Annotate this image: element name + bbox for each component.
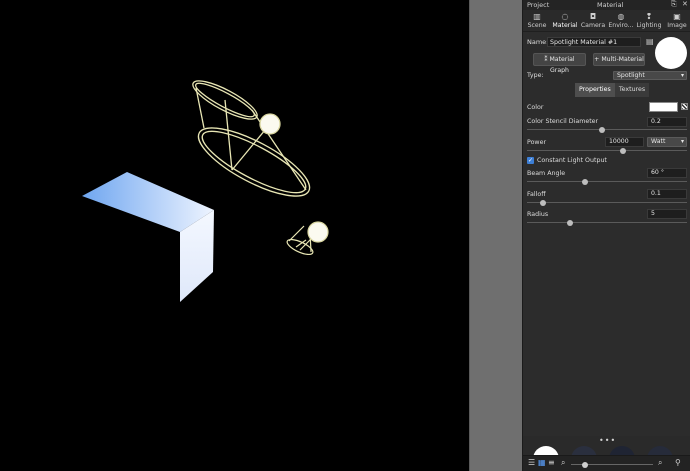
power-unit-value: Watt [651,138,666,145]
pin-icon[interactable]: ⎘ [671,0,677,9]
stencil-value[interactable]: 0.2 [647,117,687,127]
lit-corner-geometry[interactable] [82,172,214,302]
tab-label: Image [667,22,687,29]
power-label: Power [527,139,547,146]
power-unit-select[interactable]: Watt ▾ [647,137,687,147]
tab-environment[interactable]: ◍ Enviro... [607,10,635,31]
search-icon[interactable]: ⌕ [561,458,565,468]
radius-property: Radius 5 [527,209,687,226]
material-graph-button[interactable]: ⁑ Material Graph [533,53,586,74]
multi-material-button[interactable]: + Multi-Material [593,53,645,66]
tab-label: Lighting [636,22,662,29]
plus-icon: + [594,56,600,63]
power-property: Power 10000 Watt ▾ [527,137,687,154]
material-panel: Project Material ⎘ ✕ ▥ Scene ◌ Material … [522,0,690,471]
name-label: Name: [527,38,549,46]
power-slider[interactable] [527,147,687,154]
tab-scene[interactable]: ▥ Scene [523,10,551,31]
material-preview[interactable] [655,37,687,69]
filter-icon[interactable]: ⚲ [675,458,681,467]
color-label: Color [527,104,544,111]
stencil-label: Color Stencil Diameter [527,118,599,125]
subtab-properties[interactable]: Properties [575,83,615,97]
type-select[interactable]: Spotlight ▾ [613,71,687,80]
library-toolbar: ☰ ▦ ≡ ⌕ ⌕ ⚲ [523,455,690,471]
stencil-property: Color Stencil Diameter 0.2 [527,117,687,133]
project-label[interactable]: Project [527,1,549,9]
beam-angle-value[interactable]: 60 ° [647,168,687,178]
more-options-icon[interactable]: ••• [599,436,616,445]
close-icon[interactable]: ✕ [682,0,688,8]
type-row: Type: Spotlight ▾ [527,71,687,80]
thumbnail-size-handle[interactable] [581,461,588,468]
zoom-icon[interactable]: ⌕ [658,458,662,468]
button-label: Multi-Material [601,56,644,63]
falloff-slider[interactable] [527,199,687,206]
image-icon: ▣ [673,12,681,21]
constant-light-checkbox[interactable]: ✓ [527,157,534,164]
type-label: Type: [527,72,544,79]
beam-angle-slider[interactable] [527,178,687,185]
menu-icon[interactable]: ≡ [548,458,555,467]
tab-label: Scene [527,22,547,29]
spotlight-gizmo-large[interactable] [189,74,319,208]
save-icon[interactable]: ▤ [646,37,654,46]
power-value[interactable]: 10000 [605,137,644,147]
grid-view-icon[interactable]: ▦ [538,458,546,467]
falloff-property: Falloff 0.1 [527,189,687,206]
radius-slider[interactable] [527,219,687,226]
render-viewport[interactable] [0,0,469,471]
radius-slider-handle[interactable] [567,219,574,226]
color-picker-icon[interactable] [681,103,688,110]
tab-label: Camera [580,22,606,29]
falloff-value[interactable]: 0.1 [647,189,687,199]
beam-angle-property: Beam Angle 60 ° [527,168,687,185]
subtab-textures[interactable]: Textures [614,83,650,97]
chevron-down-icon: ▾ [680,72,684,79]
property-subtabs: Properties Textures [575,83,650,97]
list-view-icon[interactable]: ☰ [528,458,535,467]
falloff-label: Falloff [527,191,546,198]
tab-material[interactable]: ◌ Material [551,10,579,31]
stencil-slider[interactable] [527,126,687,133]
chevron-down-icon: ▾ [680,138,684,145]
spotlight-gizmo-small[interactable] [285,221,329,257]
radius-value[interactable]: 5 [647,209,687,219]
color-property: Color [527,102,688,114]
material-name-input[interactable] [547,37,641,47]
constant-light-row: ✓ Constant Light Output [527,157,687,166]
beam-angle-slider-handle[interactable] [581,178,588,185]
material-icon: ◌ [561,12,569,21]
beam-angle-label: Beam Angle [527,170,566,177]
tab-camera[interactable]: ◘ Camera [579,10,607,31]
panel-tabs: ▥ Scene ◌ Material ◘ Camera ◍ Enviro... … [523,10,690,32]
falloff-slider-handle[interactable] [540,199,546,206]
thumbnail-size-slider[interactable] [571,461,653,468]
lighting-icon: ❢ [645,12,653,21]
panel-titlebar: Project Material ⎘ ✕ [523,0,690,10]
stencil-slider-handle[interactable] [599,126,606,133]
radius-label: Radius [527,211,549,218]
type-value: Spotlight [617,72,645,79]
constant-light-label: Constant Light Output [537,157,607,164]
tab-label: Enviro... [608,22,634,29]
color-swatch[interactable] [649,102,678,112]
camera-icon: ◘ [589,12,597,21]
viewport-gutter [469,0,522,471]
panel-title: Material [597,1,624,9]
scene-icon: ▥ [533,12,541,21]
scene-canvas[interactable] [0,0,469,471]
power-slider-handle[interactable] [620,147,626,154]
tab-lighting[interactable]: ❢ Lighting [635,10,663,31]
tab-label: Material [552,22,578,29]
tab-image[interactable]: ▣ Image [663,10,690,31]
graph-icon: ⁑ [544,56,548,63]
environment-icon: ◍ [617,12,625,21]
